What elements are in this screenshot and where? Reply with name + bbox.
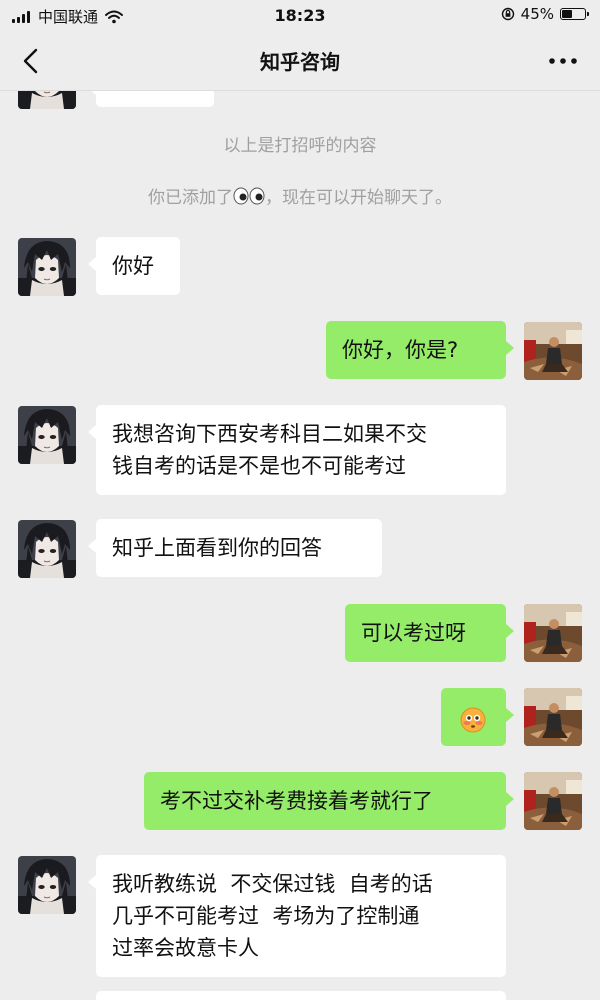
self-avatar[interactable] <box>524 604 582 662</box>
contact-avatar[interactable] <box>18 856 76 914</box>
message-bubble-incoming[interactable]: 知乎上面看到你的回答 <box>88 519 382 577</box>
rotation-lock-icon <box>501 7 514 21</box>
battery-icon <box>560 8 589 20</box>
status-bar: 中国联通 18:23 45% <box>0 0 600 32</box>
system-added-suffix: ，现在可以开始聊天了。 <box>265 188 452 208</box>
message-text: 可以考过呀 <box>361 621 466 645</box>
message-bubble-outgoing[interactable]: 你好，你是? <box>326 321 514 379</box>
self-avatar[interactable] <box>524 322 582 380</box>
self-avatar[interactable] <box>524 688 582 746</box>
contact-avatar[interactable] <box>18 406 76 464</box>
message-text-line: 我听教练说 不交保过钱 自考的话 <box>112 872 433 896</box>
message-text: 你好 <box>112 254 154 278</box>
status-right: 45% <box>501 5 589 23</box>
message-text: 知乎上面看到你的回答 <box>112 536 322 560</box>
contact-avatar[interactable] <box>18 238 76 296</box>
system-added-prefix: 你已添加了 <box>148 188 233 208</box>
message-text-line: 我想咨询下西安考科目二如果不交 <box>112 422 427 446</box>
page-title: 知乎咨询 <box>260 50 340 74</box>
system-message-greeting: 以上是打招呼的内容 <box>223 136 377 156</box>
more-dots-icon <box>549 58 577 64</box>
message-text: 考不过交补考费接着考就行了 <box>160 789 433 813</box>
message-text-line: 过率会故意卡人 <box>112 936 259 960</box>
flushed-face-emoji-icon <box>460 707 486 733</box>
contact-avatar[interactable] <box>18 91 76 109</box>
message-bubble-incoming[interactable]: 你好 <box>88 237 180 295</box>
battery-percent: 45% <box>520 5 554 23</box>
message-bubble-incoming[interactable]: 我想咨询下西安考科目二如果不交 钱自考的话是不是也不可能考过 <box>88 405 506 495</box>
message-bubble-partial[interactable] <box>96 991 506 1000</box>
eyes-emoji-icon <box>233 187 265 205</box>
battery-fill <box>562 10 572 18</box>
nav-bar: 知乎咨询 <box>0 32 600 91</box>
more-button[interactable] <box>546 50 580 72</box>
self-avatar[interactable] <box>524 772 582 830</box>
system-message-added: 你已添加了 ，现在可以开始聊天了。 <box>0 183 600 208</box>
message-bubble-incoming[interactable]: 我听教练说 不交保过钱 自考的话 几乎不可能考过 考场为了控制通 过率会故意卡人 <box>88 855 506 977</box>
message-bubble-outgoing[interactable]: 可以考过呀 <box>345 604 514 662</box>
chat-area[interactable]: 以上是打招呼的内容 你已添加了 ，现在可以开始聊天了。 你好 你好，你是? 我想… <box>0 91 600 1000</box>
contact-avatar[interactable] <box>18 520 76 578</box>
message-text-line: 几乎不可能考过 考场为了控制通 <box>112 904 420 928</box>
message-bubble-partial[interactable] <box>88 91 214 107</box>
message-text: 你好，你是? <box>342 338 459 362</box>
message-bubble-outgoing-emoji[interactable] <box>441 688 514 746</box>
message-bubble-outgoing[interactable]: 考不过交补考费接着考就行了 <box>144 772 514 830</box>
message-text-line: 钱自考的话是不是也不可能考过 <box>112 454 406 478</box>
